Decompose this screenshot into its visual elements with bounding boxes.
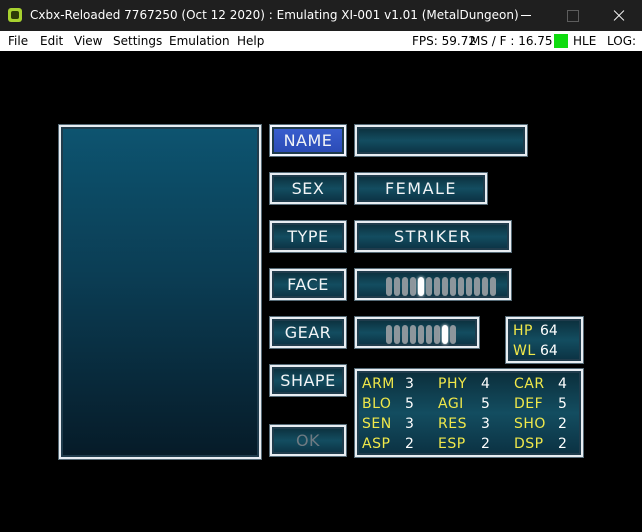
log-label[interactable]: LOG: <box>607 34 636 48</box>
name-button[interactable]: NAME <box>270 125 346 156</box>
face-slider-pip <box>450 277 456 296</box>
menu-bar: File Edit View Settings Emulation Help F… <box>0 31 642 51</box>
gear-slider[interactable] <box>355 317 479 348</box>
stat-asp-label: ASP <box>362 436 391 452</box>
stat-sen-value: 3 <box>405 416 414 432</box>
menu-help[interactable]: Help <box>237 34 264 48</box>
title-bar[interactable]: Cxbx-Reloaded 7767250 (Oct 12 2020) : Em… <box>0 0 642 31</box>
face-slider-pip <box>482 277 488 296</box>
shape-button-label: SHAPE <box>280 371 336 390</box>
face-slider-pip <box>386 277 392 296</box>
type-field[interactable]: STRIKER <box>355 221 511 252</box>
type-button[interactable]: TYPE <box>270 221 346 252</box>
stat-sho-value: 2 <box>558 416 567 432</box>
sex-button[interactable]: SEX <box>270 173 346 204</box>
wl-label: WL <box>513 343 536 359</box>
hle-label: HLE <box>573 34 597 48</box>
stat-def-label: DEF <box>514 396 544 412</box>
name-field-value <box>357 127 525 154</box>
ok-button-label: OK <box>295 431 321 450</box>
sex-button-label: SEX <box>291 179 325 198</box>
gear-slider-pip <box>426 325 432 344</box>
stat-blo-value: 5 <box>405 396 414 412</box>
stat-res-value: 3 <box>481 416 490 432</box>
gear-slider-pip <box>418 325 424 344</box>
face-slider-pip <box>426 277 432 296</box>
hle-status-indicator <box>554 34 568 48</box>
face-slider-pip <box>442 277 448 296</box>
name-field[interactable] <box>355 125 527 156</box>
face-slider-pip <box>466 277 472 296</box>
fps-readout: FPS: 59.72 <box>412 34 476 48</box>
gear-slider-pip <box>402 325 408 344</box>
face-slider-pip <box>394 277 400 296</box>
stat-agi-value: 5 <box>481 396 490 412</box>
stat-sho-label: SHO <box>514 416 546 432</box>
stat-arm-label: ARM <box>362 376 395 392</box>
stat-esp-value: 2 <box>481 436 490 452</box>
ok-button[interactable]: OK <box>270 425 346 456</box>
character-portrait-panel <box>59 125 261 459</box>
menu-emulation[interactable]: Emulation <box>169 34 230 48</box>
window-title: Cxbx-Reloaded 7767250 (Oct 12 2020) : Em… <box>30 8 519 22</box>
menu-edit[interactable]: Edit <box>40 34 63 48</box>
stat-def-value: 5 <box>558 396 567 412</box>
stat-agi-label: AGI <box>438 396 464 412</box>
type-button-label: TYPE <box>287 227 329 246</box>
stat-dsp-value: 2 <box>558 436 567 452</box>
menu-view[interactable]: View <box>74 34 102 48</box>
gear-slider-pip <box>394 325 400 344</box>
stat-blo-label: BLO <box>362 396 392 412</box>
gear-button-label: GEAR <box>284 323 332 342</box>
stat-sen-label: SEN <box>362 416 392 432</box>
stat-phy-label: PHY <box>438 376 468 392</box>
face-slider-pip <box>410 277 416 296</box>
stat-phy-value: 4 <box>481 376 490 392</box>
sex-field-value: FEMALE <box>384 179 458 198</box>
gear-slider-pip <box>442 325 448 344</box>
face-slider-pip <box>418 277 424 296</box>
stat-dsp-label: DSP <box>514 436 544 452</box>
face-slider-track[interactable] <box>386 277 496 296</box>
cxbx-app-icon <box>8 8 22 22</box>
gear-button[interactable]: GEAR <box>270 317 346 348</box>
stat-res-label: RES <box>438 416 467 432</box>
face-slider-pip <box>474 277 480 296</box>
stat-car-value: 4 <box>558 376 567 392</box>
gear-slider-pip <box>386 325 392 344</box>
gear-slider-pip <box>410 325 416 344</box>
minimize-button[interactable] <box>503 0 549 31</box>
menu-settings[interactable]: Settings <box>113 34 162 48</box>
hp-label: HP <box>513 323 533 339</box>
hp-value: 64 <box>540 323 558 339</box>
face-slider-pip <box>434 277 440 296</box>
face-slider-pip <box>402 277 408 296</box>
maximize-button[interactable] <box>549 0 595 31</box>
type-field-value: STRIKER <box>394 227 472 246</box>
vitals-panel: HP 64 WL 64 <box>506 317 583 363</box>
gear-slider-pip <box>434 325 440 344</box>
face-button[interactable]: FACE <box>270 269 346 300</box>
close-button[interactable] <box>596 0 642 31</box>
stat-esp-label: ESP <box>438 436 466 452</box>
face-slider[interactable] <box>355 269 511 300</box>
sex-field[interactable]: FEMALE <box>355 173 487 204</box>
shape-button[interactable]: SHAPE <box>270 365 346 396</box>
stat-car-label: CAR <box>514 376 545 392</box>
face-slider-pip <box>490 277 496 296</box>
wl-value: 64 <box>540 343 558 359</box>
stat-asp-value: 2 <box>405 436 414 452</box>
menu-file[interactable]: File <box>8 34 28 48</box>
face-button-label: FACE <box>287 275 329 294</box>
face-slider-pip <box>458 277 464 296</box>
stat-arm-value: 3 <box>405 376 414 392</box>
gear-slider-track[interactable] <box>386 325 456 344</box>
gear-slider-pip <box>450 325 456 344</box>
stats-panel: ARM 3 PHY 4 CAR 4 BLO 5 AGI 5 DEF 5 SEN … <box>355 369 583 457</box>
game-viewport[interactable]: NAME SEX FEMALE TYPE STRIKER FACE GEAR H… <box>0 51 642 532</box>
name-button-label: NAME <box>283 131 333 150</box>
ms-per-frame-readout: MS / F : 16.75 <box>470 34 553 48</box>
